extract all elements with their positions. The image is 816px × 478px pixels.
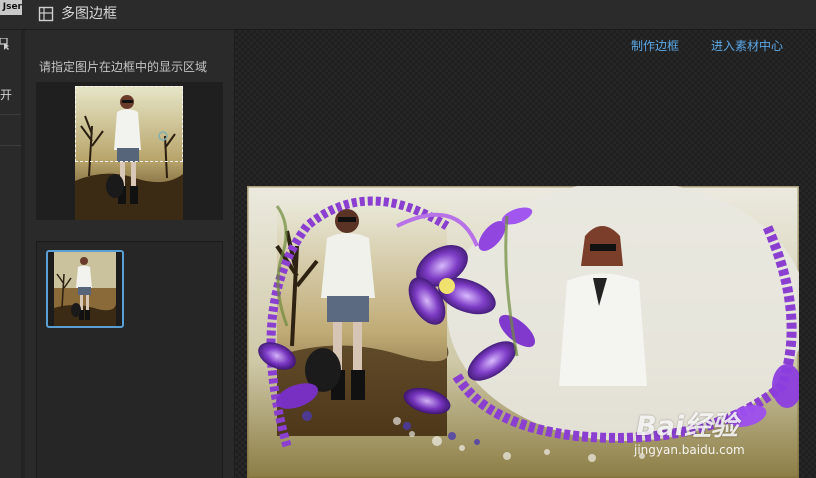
display-area-selection[interactable] bbox=[75, 86, 183, 162]
left-panel: 请指定图片在边框中的显示区域 bbox=[25, 30, 235, 478]
thumbnail-photo bbox=[54, 252, 116, 326]
open-label[interactable]: 开 bbox=[0, 88, 12, 102]
background-app-strip: 开 bbox=[0, 30, 21, 478]
make-frame-link[interactable]: 制作边框 bbox=[631, 38, 679, 54]
image-thumbnail-list bbox=[36, 241, 223, 478]
frame-workspace: 制作边框 进入素材中心 Bai经验 jingyan.baidu.com bbox=[235, 30, 816, 478]
divider bbox=[0, 145, 21, 146]
app-window: Jser 多图边框 开 请指定图片在边框中的显示区域 制作边框 进入素材中心 B… bbox=[0, 0, 816, 478]
material-center-link[interactable]: 进入素材中心 bbox=[711, 38, 783, 54]
frame-preview-canvas[interactable]: Bai经验 jingyan.baidu.com bbox=[247, 186, 799, 478]
source-preview bbox=[36, 82, 223, 220]
open-cursor-icon[interactable] bbox=[0, 38, 10, 50]
background-tab-stub[interactable]: Jser bbox=[0, 0, 22, 15]
frame-grid-icon bbox=[38, 6, 54, 22]
divider bbox=[0, 114, 21, 115]
watermark-url: jingyan.baidu.com bbox=[634, 443, 745, 457]
watermark-brand: Bai经验 bbox=[636, 411, 739, 442]
background-tab-label: Jser bbox=[2, 2, 22, 12]
title-bar: Jser 多图边框 bbox=[0, 0, 816, 30]
window-title: 多图边框 bbox=[61, 6, 117, 22]
display-area-instruction: 请指定图片在边框中的显示区域 bbox=[39, 60, 208, 74]
image-thumbnail-selected[interactable] bbox=[46, 250, 124, 328]
